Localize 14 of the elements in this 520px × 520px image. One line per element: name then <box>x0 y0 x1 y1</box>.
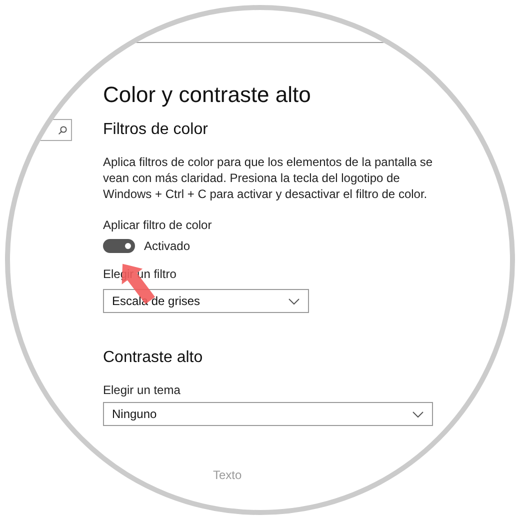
theme-dropdown[interactable]: Ninguno <box>103 402 433 426</box>
section-heading: Contraste alto <box>103 348 204 368</box>
toggle-state: Activado <box>144 239 190 253</box>
chevron-icon <box>288 298 300 304</box>
field-label: Elegir un tema <box>103 382 182 398</box>
toggle-switch[interactable] <box>103 239 135 253</box>
footer-text: Texto <box>213 467 243 483</box>
search-icon <box>58 126 67 134</box>
section-heading: Filtros de color <box>103 120 208 140</box>
toggle-label: Aplicar filtro de color <box>103 217 213 233</box>
page-title: Color y contraste alto <box>103 81 312 109</box>
chevron-icon <box>412 410 424 418</box>
filter-dropdown[interactable]: Escala de grises <box>103 289 309 313</box>
description-text: Aplica filtros de color para que los elementos de la pantalla se vean con más claridad. Presiona la tecla del logotipo de Windows + Ctrl + C para activar y desactivar el filtro de color. <box>103 154 434 202</box>
